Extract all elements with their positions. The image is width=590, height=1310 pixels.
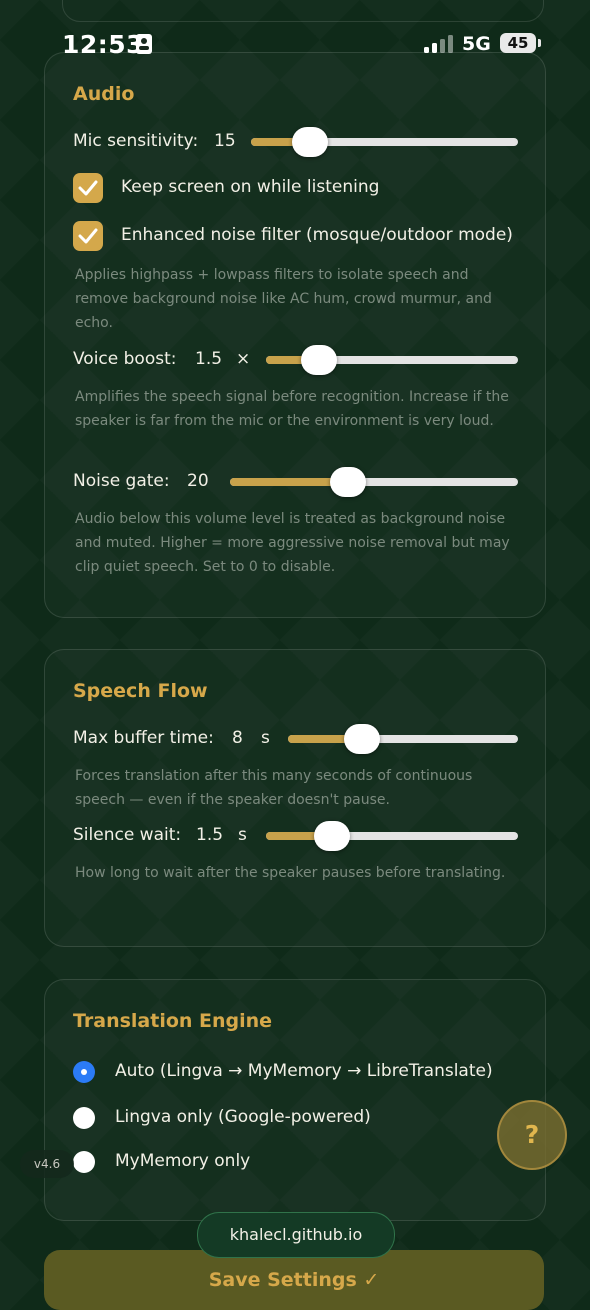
silence-wait-label: Silence wait: [73, 825, 182, 845]
status-time: 12:53 [62, 30, 145, 59]
slider-thumb[interactable] [291, 127, 328, 157]
slider-thumb[interactable] [330, 467, 367, 497]
signal-strength-icon [424, 35, 454, 53]
audio-card: Audio Mic sensitivity: 15 Keep screen on… [44, 52, 546, 618]
max-buffer-description: Forces translation after this many secon… [75, 768, 473, 808]
noise-gate-value: 20 [187, 471, 209, 491]
noise-filter-label: Enhanced noise filter (mosque/outdoor mo… [121, 225, 513, 245]
noise-filter-description: Applies highpass + lowpass filters to is… [75, 267, 492, 331]
mic-sensitivity-slider[interactable] [251, 127, 518, 157]
mic-sensitivity-label: Mic sensitivity: [73, 131, 199, 151]
keep-screen-on-checkbox[interactable] [73, 173, 103, 203]
max-buffer-label: Max buffer time: [73, 728, 214, 748]
network-type: 5G [462, 33, 491, 55]
translation-engine-title: Translation Engine [73, 1010, 273, 1032]
max-buffer-value: 8 [232, 728, 243, 748]
voice-boost-value: 1.5 [195, 349, 223, 369]
slider-thumb[interactable] [343, 724, 380, 754]
help-button[interactable]: ? [497, 1100, 567, 1170]
silence-wait-value: 1.5 [196, 825, 224, 845]
max-buffer-unit: s [261, 728, 270, 748]
voice-boost-unit: × [236, 349, 251, 369]
engine-radio-lingva[interactable] [73, 1107, 95, 1129]
engine-option-lingva-label[interactable]: Lingva only (Google-powered) [115, 1107, 371, 1127]
noise-gate-slider[interactable] [230, 467, 518, 497]
status-bar: 12:53 5G 45 [0, 0, 590, 88]
contact-card-icon [136, 34, 152, 54]
voice-boost-description: Amplifies the speech signal before recog… [75, 389, 509, 429]
max-buffer-slider[interactable] [288, 724, 518, 754]
speech-flow-card: Speech Flow Max buffer time: 8 s Forces … [44, 649, 546, 947]
engine-radio-auto[interactable] [73, 1061, 95, 1083]
battery-tip [538, 39, 541, 47]
silence-wait-description: How long to wait after the speaker pause… [75, 865, 506, 881]
translation-engine-card: Translation Engine Auto (Lingva → MyMemo… [44, 979, 546, 1221]
version-badge: v4.6 [20, 1150, 74, 1178]
slider-thumb[interactable] [300, 345, 337, 375]
slider-thumb[interactable] [313, 821, 350, 851]
silence-wait-unit: s [238, 825, 247, 845]
save-settings-button[interactable]: Save Settings ✓ [44, 1250, 544, 1310]
noise-gate-description: Audio below this volume level is treated… [75, 511, 510, 575]
engine-radio-mymemory[interactable] [73, 1151, 95, 1173]
noise-filter-checkbox[interactable] [73, 221, 103, 251]
keep-screen-on-label: Keep screen on while listening [121, 177, 380, 197]
battery-icon: 45 [500, 33, 536, 53]
mic-sensitivity-value: 15 [214, 131, 236, 151]
noise-gate-label: Noise gate: [73, 471, 170, 491]
url-pill[interactable]: khalecl.github.io [197, 1212, 395, 1258]
speech-flow-title: Speech Flow [73, 680, 208, 702]
engine-option-mymemory-label[interactable]: MyMemory only [115, 1151, 250, 1171]
silence-wait-slider[interactable] [266, 821, 518, 851]
voice-boost-label: Voice boost: [73, 349, 177, 369]
voice-boost-slider[interactable] [266, 345, 518, 375]
engine-option-auto-label[interactable]: Auto (Lingva → MyMemory → LibreTranslate… [115, 1061, 493, 1081]
